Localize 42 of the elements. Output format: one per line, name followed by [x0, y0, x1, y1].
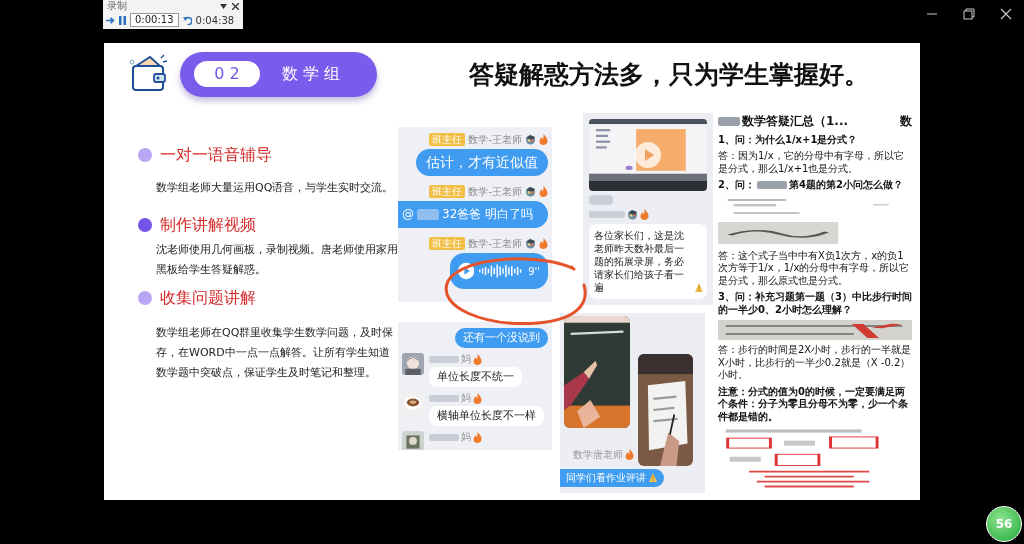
- role-tag: 班主任: [429, 185, 466, 198]
- section-text: 沈老师使用几何画板，录制视频。唐老师使用家用黑板给学生答疑解惑。: [156, 242, 398, 278]
- question-text: 2、问：: [718, 179, 755, 192]
- sender-name: 妈: [461, 353, 471, 365]
- count-badge: 56: [986, 506, 1022, 542]
- document-title: 数学答疑汇总（1...: [742, 115, 849, 128]
- mention-text: @: [402, 206, 414, 223]
- answer-text: 答：这个式子当中中有X负1次方，x的负1次方等于1/x，1/x的分母中有字母，所以它是分式，那么原式也是分式。: [718, 249, 911, 287]
- answer-text: 答：因为1/x，它的分母中有字母，所以它是分式，那么1/x+1也是分式。: [718, 150, 905, 175]
- message-text: 各位家长们，这是沈老师昨天数补最后一题的拓展录屏，务必请家长们给孩子看一遍: [594, 229, 685, 294]
- slide-title: 答疑解惑方法多，只为学生掌握好。: [469, 58, 869, 91]
- total-time: 0:04:38: [195, 14, 235, 26]
- role-tag: 班主任: [429, 237, 466, 250]
- section-heading: 收集问题讲解: [160, 287, 256, 309]
- answer-text: 答：步行的时间是2X小时，步行的一半就是X小时，比步行的一半少0.2就是（X -0.2）小时。: [718, 344, 912, 382]
- sender-name: 妈: [461, 392, 471, 404]
- section-heading: 制作讲解视频: [160, 214, 256, 236]
- role-tag: 班主任: [429, 133, 466, 146]
- message-text: 同学们看作业评讲: [566, 471, 646, 485]
- question-text: 3、问：补充习题第一题（3）中比步行时间的一半少0、2小时怎么理解？: [718, 291, 912, 316]
- sender-name: 数学-王老师: [468, 133, 522, 146]
- sender-name: 数学-王老师: [468, 237, 522, 250]
- sender-name: 妈: [461, 431, 471, 443]
- message-bubble: 横轴单位长度不一样: [429, 406, 544, 426]
- time-field[interactable]: 0:00:13: [130, 13, 179, 27]
- question-text: 第4题的第2小问怎么做？: [788, 179, 903, 192]
- message-text: 32爸爸 明白了吗: [442, 206, 534, 223]
- message-bubble: 还有一个没说到: [455, 328, 548, 348]
- question-text: 1、问：为什么1/x+1是分式？: [718, 133, 859, 146]
- sender-name: 数学-王老师: [468, 185, 522, 198]
- group-name: 数 学 组: [282, 63, 341, 85]
- note-text: 注意：分式的值为0的时候，一定要满足两个条件：分子为零且分母不为零，少一个条件都是错的。: [718, 385, 909, 423]
- section-text: 数学组老师大量运用QQ语音，与学生实时交流。: [156, 180, 395, 196]
- voice-duration: 9'': [528, 265, 540, 277]
- message-bubble: 单位长度不统一: [429, 367, 522, 387]
- section-text: 数学组老师在QQ群里收集学生数学问题，及时保存，在WORD中一点一点解答。让所有学生知道数学题中突破点，保证学生及时笔记和整理。: [156, 325, 395, 381]
- document-title: 数: [900, 115, 912, 128]
- message-bubble: 估计，才有近似值: [416, 149, 548, 176]
- toolbar-title: 录制: [107, 0, 128, 12]
- group-number: 0 2: [194, 61, 260, 87]
- section-heading: 一对一语音辅导: [160, 144, 272, 166]
- sender-name: 数学唐老师: [573, 448, 623, 461]
